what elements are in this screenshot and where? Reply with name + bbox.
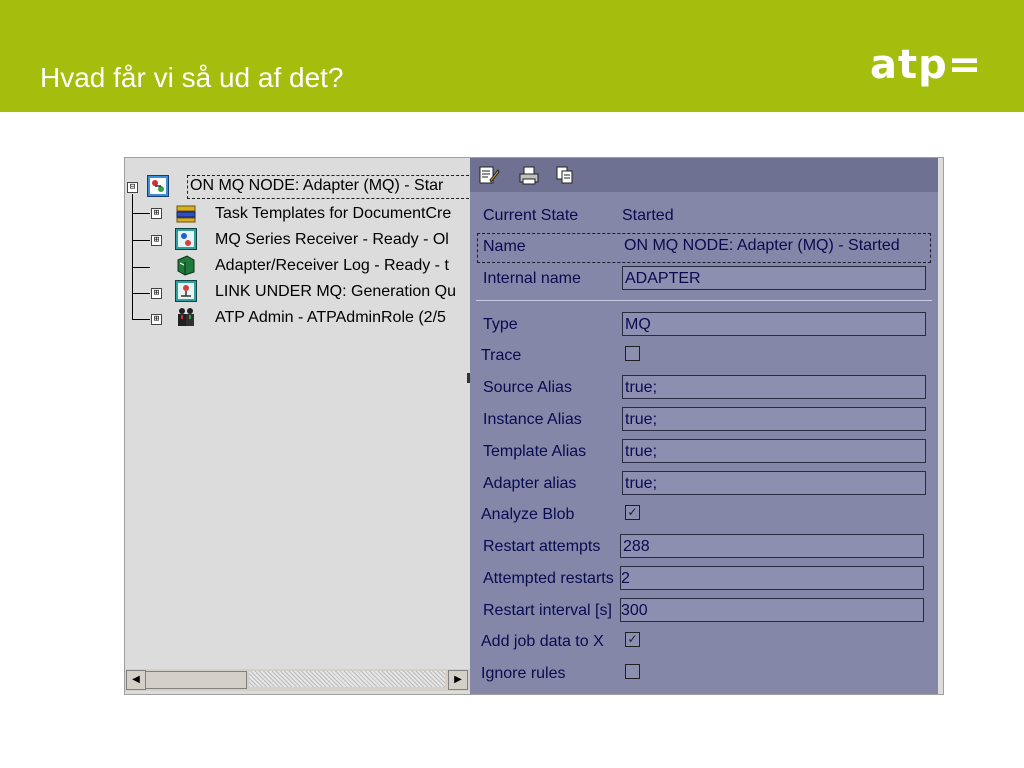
ignore-rules-label: Ignore rules [481, 665, 566, 682]
analyze-blob-label: Analyze Blob [481, 506, 575, 523]
app-screenshot: ⊟ ON MQ NODE: Adapter (MQ) - Star ⊞ Task… [124, 157, 944, 695]
expand-icon[interactable]: ⊞ [151, 208, 162, 219]
scroll-left-button[interactable]: ◀ [126, 670, 146, 690]
focus-rectangle [187, 175, 471, 199]
log-book-icon [177, 255, 195, 276]
atp-logo: atp= [870, 42, 983, 88]
trace-label: Trace [481, 347, 522, 364]
adapter-alias-field[interactable]: true; [622, 471, 926, 495]
restart-attempts-label: Restart attempts [483, 538, 601, 555]
expand-icon[interactable]: ⊞ [151, 235, 162, 246]
source-alias-field[interactable]: true; [622, 375, 926, 399]
properties-toolbar [470, 158, 938, 192]
instance-alias-field[interactable]: true; [622, 407, 926, 431]
restart-interval-label: Restart interval [s] [483, 602, 612, 619]
tree-item-label: LINK UNDER MQ: Generation Qu [215, 283, 456, 300]
expand-icon[interactable]: ⊞ [151, 288, 162, 299]
horizontal-scrollbar[interactable]: ◀ ▶ [125, 669, 471, 691]
current-state-value: Started [622, 207, 674, 224]
tree-item-label: ATP Admin - ATPAdminRole (2/5 [215, 309, 446, 326]
type-label: Type [483, 316, 518, 333]
adapter-alias-label: Adapter alias [483, 475, 577, 492]
slide-header: Hvad får vi så ud af det? atp= [0, 0, 1024, 112]
attempted-restarts-label: Attempted restarts [483, 570, 614, 587]
divider [476, 300, 932, 301]
tree-connector [132, 293, 150, 294]
tree-connector [132, 267, 150, 268]
slide-title: Hvad får vi så ud af det? [40, 62, 344, 93]
attempted-restarts-field[interactable]: 2 [620, 566, 924, 590]
scroll-track[interactable] [249, 671, 445, 687]
tree-connector [132, 240, 150, 241]
tree-connector [132, 319, 150, 320]
type-field[interactable]: MQ [622, 312, 926, 336]
receiver-icon [175, 228, 197, 250]
scroll-thumb[interactable] [145, 671, 247, 689]
template-alias-field[interactable]: true; [622, 439, 926, 463]
tree-pane: ⊟ ON MQ NODE: Adapter (MQ) - Star ⊞ Task… [125, 158, 471, 694]
link-icon [175, 280, 197, 302]
scroll-right-button[interactable]: ▶ [448, 670, 468, 690]
tree-item-label: Task Templates for DocumentCre [215, 205, 452, 222]
add-job-data-checkbox[interactable]: ✓ [625, 632, 640, 647]
source-alias-label: Source Alias [483, 379, 572, 396]
trace-checkbox[interactable] [625, 346, 640, 361]
name-label: Name [483, 238, 526, 255]
template-alias-label: Template Alias [483, 443, 587, 460]
templates-icon [176, 205, 196, 223]
adapter-icon [147, 175, 169, 197]
internal-name-label: Internal name [483, 270, 581, 287]
instance-alias-label: Instance Alias [483, 411, 582, 428]
ignore-rules-checkbox[interactable] [625, 664, 640, 679]
tree-connector [132, 213, 150, 214]
expand-icon[interactable]: ⊞ [151, 314, 162, 325]
restart-interval-field[interactable]: 300 [620, 598, 924, 622]
print-icon[interactable] [518, 164, 540, 186]
properties-pane: Current State Started Name ON MQ NODE: A… [470, 158, 938, 694]
edit-icon[interactable] [478, 164, 500, 186]
tree-item-label: MQ Series Receiver - Ready - Ol [215, 231, 449, 248]
internal-name-field[interactable]: ADAPTER [622, 266, 926, 290]
tree-item-label: Adapter/Receiver Log - Ready - t [215, 257, 449, 274]
copy-icon[interactable] [554, 164, 576, 186]
name-field[interactable]: ON MQ NODE: Adapter (MQ) - Started [622, 234, 926, 258]
analyze-blob-checkbox[interactable]: ✓ [625, 505, 640, 520]
collapse-icon[interactable]: ⊟ [127, 182, 138, 193]
current-state-label: Current State [483, 207, 579, 224]
add-job-data-label: Add job data to X [481, 633, 604, 650]
restart-attempts-field[interactable]: 288 [620, 534, 924, 558]
admin-users-icon [178, 308, 194, 326]
